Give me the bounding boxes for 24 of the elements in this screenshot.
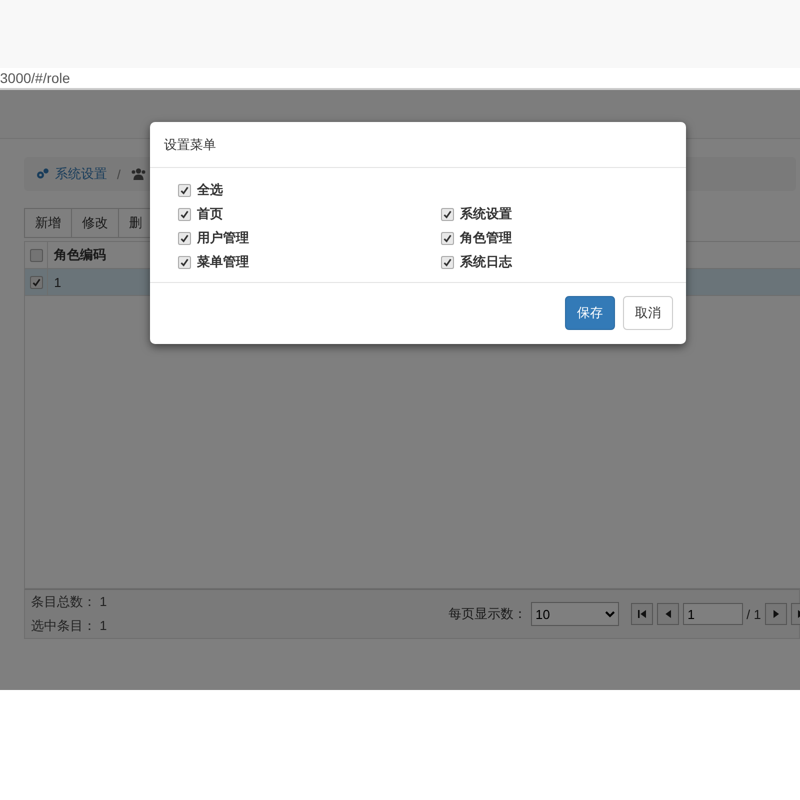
selected-count-text: 选中条目： 1 <box>31 617 107 635</box>
checkbox-label: 系统日志 <box>460 253 512 271</box>
checkbox-label: 用户管理 <box>197 229 249 247</box>
dialog-title: 设置菜单 <box>164 137 216 152</box>
toolbar-button[interactable]: 删 <box>118 208 153 238</box>
column-header: 角色编码 <box>52 246 106 264</box>
checkbox-label: 系统设置 <box>460 205 512 223</box>
table-cell-text: 1 <box>53 274 62 290</box>
checkbox-label: 角色管理 <box>460 229 512 247</box>
page-input[interactable]: 1 <box>682 603 743 625</box>
total-count-text: 条目总数： 1 <box>31 593 107 611</box>
breadcrumb-link[interactable]: 系统设置 <box>55 165 107 183</box>
toolbar-button[interactable]: 新增 <box>24 208 72 238</box>
address-field[interactable]: 3000/#/role <box>0 70 70 86</box>
cancel-button[interactable]: 取消 <box>623 296 673 330</box>
page-size-select[interactable]: 10 <box>530 602 619 626</box>
checkbox-label: 全选 <box>197 181 223 199</box>
toolbar-button[interactable]: 修改 <box>71 208 119 238</box>
breadcrumb-separator: / <box>117 166 121 182</box>
checkbox-label: 首页 <box>197 205 223 223</box>
page-size-label: 每页显示数： <box>448 605 527 623</box>
checkbox-label: 菜单管理 <box>197 253 249 271</box>
page-total: / 1 <box>746 606 761 622</box>
save-button[interactable]: 保存 <box>565 296 615 330</box>
